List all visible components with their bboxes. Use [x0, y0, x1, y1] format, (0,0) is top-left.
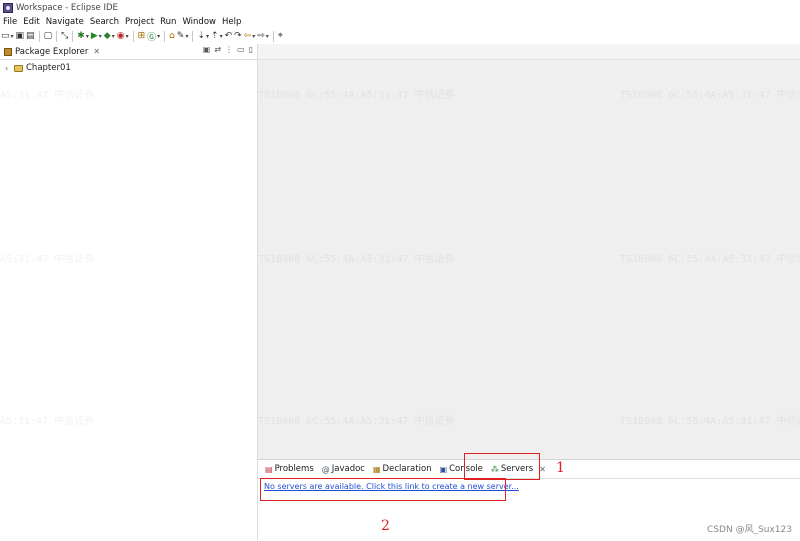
tree-item-label: Chapter01 — [26, 63, 71, 73]
expand-chevron-icon[interactable]: › — [5, 64, 14, 73]
last-edit-icon[interactable]: ↶ — [225, 30, 233, 43]
menu-navigate[interactable]: Navigate — [43, 17, 87, 27]
watermark-text: TS18908 6C:55:4A:A5:31:47 中信证券 — [620, 416, 800, 427]
menu-run[interactable]: Run — [157, 17, 179, 27]
watermark-text: TS18908 6C:55:4A:A5:31:47 中信证券 — [258, 254, 455, 265]
back-icon[interactable]: ⇦ ▾ — [244, 30, 256, 43]
tab-javadoc[interactable]: @ Javadoc — [319, 461, 368, 477]
javadoc-icon: @ — [321, 464, 330, 474]
tab-declaration[interactable]: ▦ Declaration — [370, 461, 435, 477]
project-folder-icon — [14, 64, 23, 72]
collapse-all-icon[interactable]: ▣ — [203, 45, 211, 54]
toolbar-separator — [132, 30, 134, 42]
watermark-text: A5:31:47 中信证券 — [0, 90, 95, 101]
tab-label: Javadoc — [331, 464, 365, 474]
maximize-icon[interactable]: ▯ — [249, 45, 253, 54]
coverage-icon[interactable]: ◆ ▾ — [104, 30, 115, 43]
menu-file[interactable]: File — [0, 17, 20, 27]
new-java-class-icon[interactable]: Ⓖ ▾ — [147, 30, 160, 43]
menu-bar: File Edit Navigate Search Project Run Wi… — [0, 16, 800, 28]
package-explorer-view: Package Explorer ✕ ▣ ⇄ ⋮ ▭ ▯ › Chapter01 — [0, 44, 258, 540]
watermark-text: TS18908 6C:55:4A:A5:31:47 中信证券 — [258, 90, 455, 101]
tab-label: Problems — [274, 464, 314, 474]
annotation-prev-icon[interactable]: ⇡ ▾ — [211, 30, 223, 43]
close-icon[interactable]: ✕ — [93, 47, 100, 56]
annotation-number-1: 1 — [556, 460, 565, 476]
watermark-text: TS18908 6C:55:4A:A5:31:47 中信证券 — [620, 90, 800, 101]
project-tree: › Chapter01 — [0, 60, 257, 74]
toolbar-separator — [164, 30, 166, 42]
toolbar-separator — [56, 30, 58, 42]
save-all-icon[interactable]: ▤ — [26, 30, 35, 43]
toolbar-separator — [72, 30, 74, 42]
terminal-icon[interactable]: ▢ — [44, 30, 53, 43]
watermark-text: TS18908 6C:55:4A:A5:31:47 中信证券 — [258, 416, 455, 427]
csdn-credit: CSDN @风_Sux123 — [707, 525, 792, 535]
menu-edit[interactable]: Edit — [20, 17, 42, 27]
package-explorer-icon — [4, 47, 12, 56]
menu-window[interactable]: Window — [179, 17, 219, 27]
watermark-text: A5:31:47 中信证券 — [0, 254, 95, 265]
window-title: Workspace - Eclipse IDE — [16, 3, 118, 13]
menu-search[interactable]: Search — [87, 17, 122, 27]
title-bar: Workspace - Eclipse IDE — [0, 0, 800, 16]
forward-edit-icon[interactable]: ↷ — [234, 30, 242, 43]
toolbar-separator — [38, 30, 40, 42]
menu-help[interactable]: Help — [219, 17, 244, 27]
open-type-icon[interactable]: ⌂ — [169, 30, 175, 43]
toolbar-separator — [272, 30, 274, 42]
editor-tabbar — [258, 44, 800, 60]
save-icon[interactable]: ▣ — [16, 30, 25, 43]
run-icon[interactable]: ▶ ▾ — [91, 30, 102, 43]
menu-project[interactable]: Project — [122, 17, 157, 27]
annotation-box-servers-tab — [464, 453, 540, 480]
watermark-text: TS18908 6C:55:4A:A5:31:47 中信证券 — [620, 254, 800, 265]
eclipse-logo-icon — [3, 3, 13, 13]
watermark-text: A5:31:47 中信证券 — [0, 416, 95, 427]
close-icon[interactable]: ✕ — [539, 465, 546, 474]
console-icon: ▣ — [439, 464, 448, 474]
annotation-box-create-server-link — [260, 478, 506, 501]
pin-editor-icon[interactable]: ⌖ — [278, 30, 283, 43]
forward-icon[interactable]: ⇨ ▾ — [257, 30, 269, 43]
package-explorer-tab-label: Package Explorer — [15, 46, 89, 57]
link-with-editor-icon[interactable]: ⇄ — [214, 45, 221, 54]
tree-item-chapter01[interactable]: › Chapter01 — [0, 62, 257, 74]
view-menu-icon[interactable]: ⋮ — [225, 45, 233, 54]
debug-icon[interactable]: ✱ ▾ — [77, 30, 89, 43]
new-java-package-icon[interactable]: ⊞ — [138, 30, 146, 43]
package-explorer-tabbar: Package Explorer ✕ ▣ ⇄ ⋮ ▭ ▯ — [0, 44, 257, 60]
skip-breakpoints-icon[interactable]: ⤡ — [61, 30, 68, 43]
search-icon[interactable]: ✎ ▾ — [177, 30, 189, 43]
minimize-icon[interactable]: ▭ — [237, 45, 245, 54]
tab-label: Declaration — [382, 464, 432, 474]
annotation-next-icon[interactable]: ⇣ ▾ — [197, 30, 209, 43]
annotation-number-2: 2 — [381, 518, 390, 534]
view-toolbar: ▣ ⇄ ⋮ ▭ ▯ — [203, 45, 253, 54]
new-icon[interactable]: ▭ ▾ — [1, 30, 14, 43]
tab-problems[interactable]: ▤ Problems — [262, 461, 317, 477]
declaration-icon: ▦ — [372, 464, 381, 474]
main-toolbar: ▭ ▾ ▣ ▤ ▢ ⤡ ✱ ▾ ▶ ▾ ◆ ▾ ◉ ▾ ⊞ Ⓖ ▾ ⌂ ✎ ▾ ⇣ ▾ ⇡ ▾ ↶… — [0, 28, 800, 45]
tab-package-explorer[interactable]: Package Explorer ✕ — [0, 44, 104, 59]
external-tools-icon[interactable]: ◉ ▾ — [117, 30, 129, 43]
toolbar-separator — [192, 30, 194, 42]
problems-icon: ▤ — [265, 464, 273, 474]
